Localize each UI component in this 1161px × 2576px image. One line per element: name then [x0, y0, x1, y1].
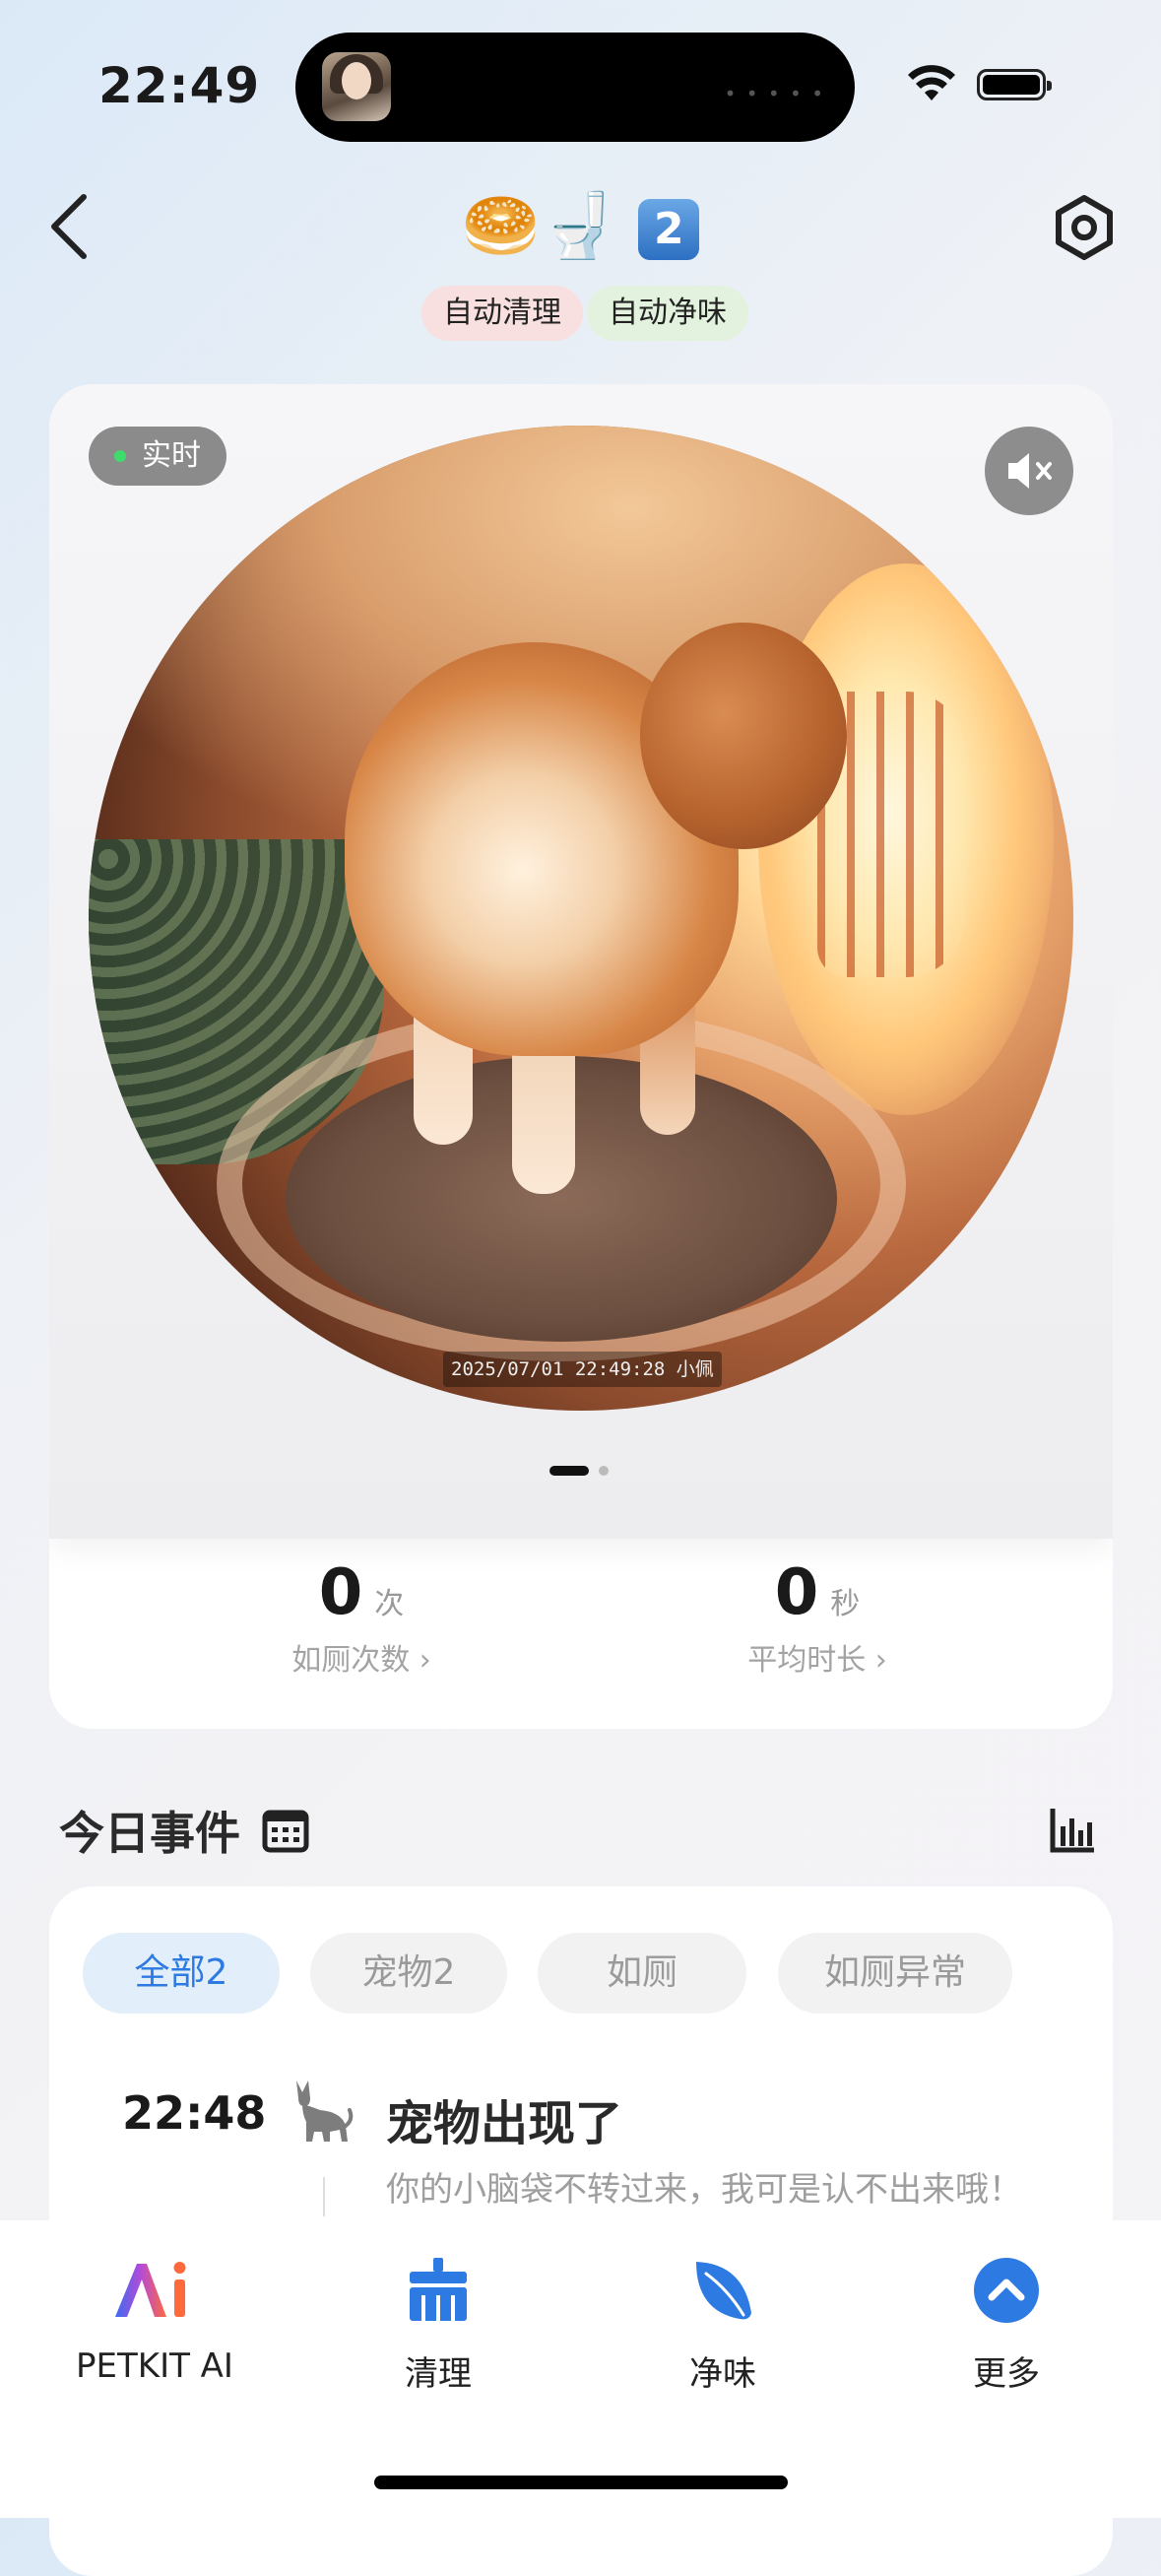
avg-duration-value: 0	[774, 1556, 819, 1629]
chevron-up-circle-icon	[974, 2258, 1039, 2323]
speaker-muted-icon	[1008, 453, 1052, 489]
home-indicator[interactable]	[374, 2476, 788, 2489]
tab-petkit-ai-label: PETKIT AI	[76, 2346, 233, 2386]
wifi-icon	[908, 65, 955, 100]
island-dots-icon: • • • • •	[724, 82, 825, 105]
timeline-line	[323, 2177, 325, 2216]
auto-deodorize-tag: 自动净味	[587, 286, 748, 341]
tab-deodorize[interactable]: 净味	[605, 2256, 841, 2395]
leaf-icon	[696, 2262, 751, 2320]
broom-icon	[410, 2258, 467, 2321]
toilet-count-label: 如厕次数 ›	[291, 1643, 431, 1678]
live-dot-icon	[114, 450, 126, 462]
dynamic-island[interactable]: • • • • •	[295, 33, 855, 142]
filter-all[interactable]: 全部2	[83, 1933, 280, 2014]
status-time: 22:49	[98, 57, 261, 114]
calendar-icon[interactable]	[261, 1805, 310, 1854]
avg-duration-label: 平均时长 ›	[747, 1643, 887, 1678]
cat-icon	[296, 2081, 354, 2142]
camera-area: 2025/07/01 22:49:28 小佩 实时	[49, 384, 1113, 1539]
battery-icon	[977, 69, 1052, 100]
tab-more-label: 更多	[973, 2354, 1040, 2394]
mute-button[interactable]	[985, 427, 1073, 515]
toilet-count-value: 0	[318, 1556, 363, 1629]
events-title: 今日事件	[59, 1807, 240, 1860]
event-name[interactable]: 宠物出现了	[386, 2084, 622, 2153]
facetime-avatar	[322, 52, 391, 121]
device-title: 🥯🚽 2	[0, 189, 1161, 264]
avg-duration-stat[interactable]: 0秒 平均时长 ›	[620, 1556, 1014, 1679]
toilet-count-unit: 次	[374, 1587, 405, 1621]
event-description: 你的小脑袋不转过来，我可是认不出来哦！	[386, 2170, 1022, 2210]
camera-feed[interactable]: 2025/07/01 22:49:28 小佩	[89, 426, 1073, 1411]
tab-clean-label: 清理	[405, 2354, 472, 2394]
tab-clean[interactable]: 清理	[320, 2256, 556, 2395]
live-label: 实时	[142, 438, 201, 473]
tab-more[interactable]: 更多	[888, 2256, 1125, 2395]
filter-toilet[interactable]: 如厕	[538, 1933, 746, 2014]
device-number-badge: 2	[638, 199, 700, 261]
device-emoji: 🥯🚽	[461, 190, 619, 263]
live-badge: 实时	[89, 427, 226, 486]
camera-timestamp: 2025/07/01 22:49:28 小佩	[443, 1352, 722, 1387]
filter-toilet-abnormal[interactable]: 如厕异常	[778, 1933, 1012, 2014]
avg-duration-unit: 秒	[830, 1587, 861, 1621]
tab-deodorize-label: 净味	[689, 2354, 756, 2394]
petkit-ai-icon	[115, 2262, 186, 2317]
camera-card: 2025/07/01 22:49:28 小佩 实时 0次 如厕次数 › 0秒 平…	[49, 384, 1113, 1729]
tab-petkit-ai[interactable]: PETKIT AI	[36, 2256, 273, 2386]
statistics-chart-icon[interactable]	[1049, 1805, 1098, 1854]
event-time: 22:48	[122, 2086, 267, 2140]
toilet-count-stat[interactable]: 0次 如厕次数 ›	[164, 1556, 558, 1679]
filter-pet[interactable]: 宠物2	[310, 1933, 507, 2014]
auto-clean-tag: 自动清理	[421, 286, 583, 341]
settings-button[interactable]	[1049, 192, 1120, 263]
